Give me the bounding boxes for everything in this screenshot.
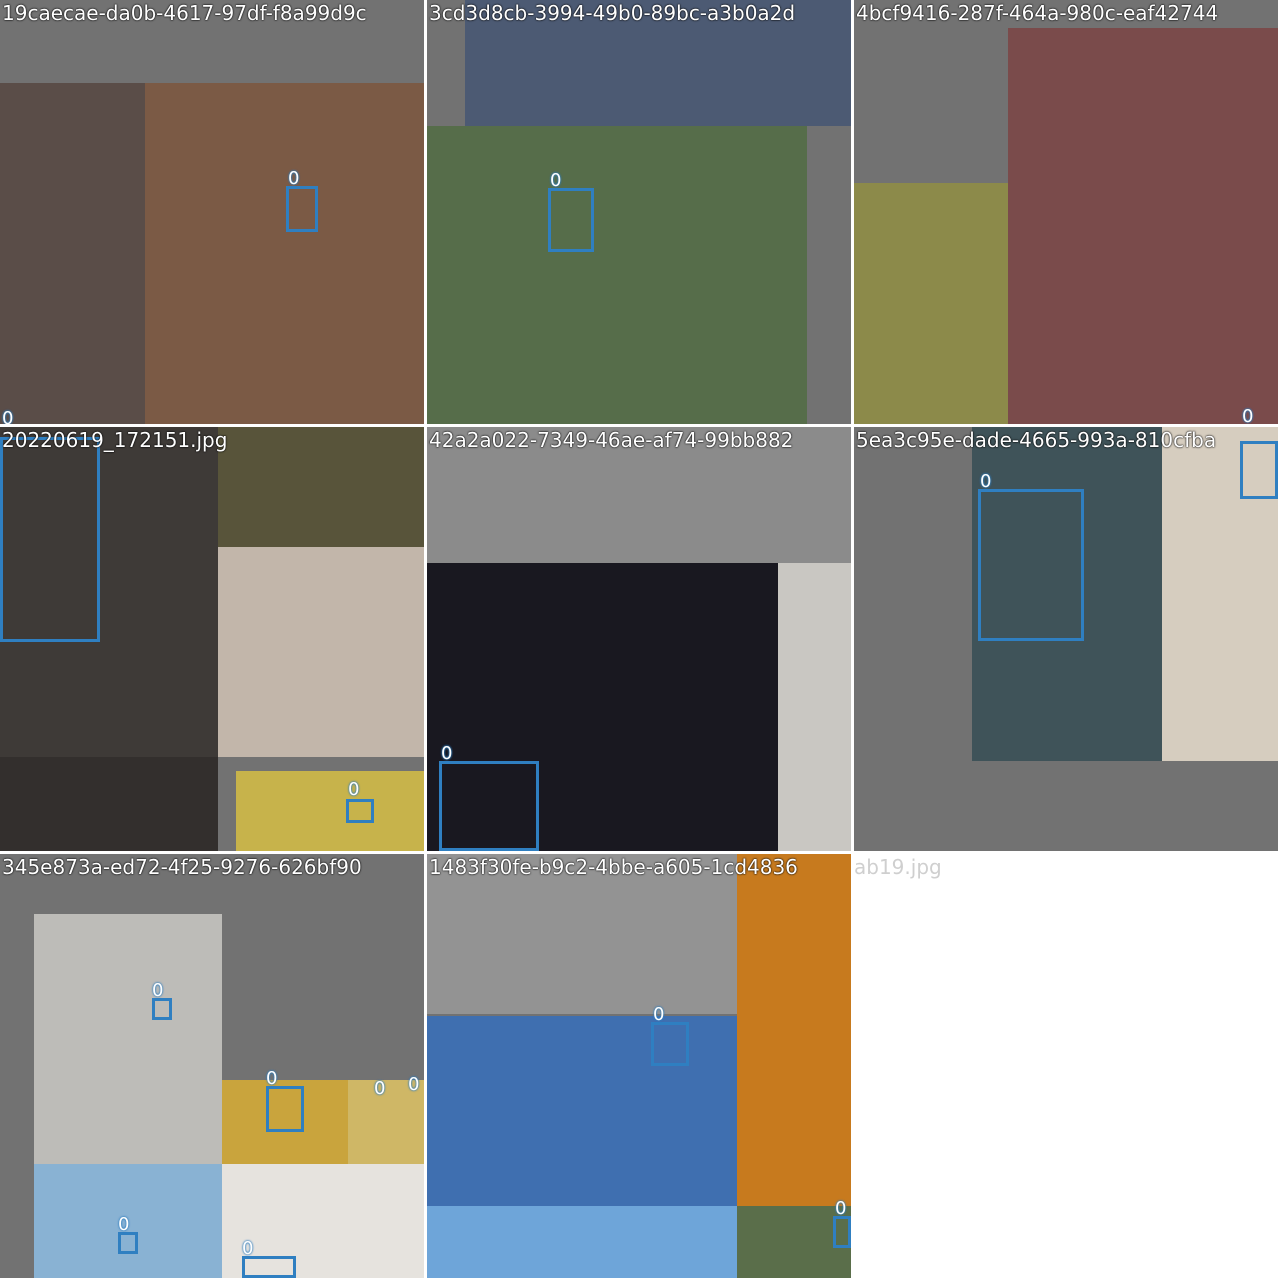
- mosaic-tile-4: 0 20220619_172151.jpg: [0, 427, 424, 851]
- grid-divider: [424, 0, 427, 1280]
- overflow-filename: ab19.jpg: [854, 855, 942, 879]
- photo-outdoor-couple: [427, 126, 807, 424]
- class-label: 0: [374, 1078, 386, 1099]
- tile-filename: 3cd3d8cb-3994-49b0-89bc-a3b0a2d: [429, 1, 796, 25]
- tile-filename: 4bcf9416-287f-464a-980c-eaf42744: [856, 1, 1219, 25]
- tile-filename: 20220619_172151.jpg: [2, 428, 228, 452]
- detection-box: [346, 799, 374, 823]
- mosaic-tile-5: 0 42a2a022-7349-46ae-af74-99bb882: [427, 427, 851, 851]
- photo-bag-night: [218, 427, 424, 547]
- tile-filename: 5ea3c95e-dade-4665-993a-810cfba: [856, 428, 1217, 452]
- mosaic-tile-7: 0 0 0 0 0 0 345e873a-ed72-4f25-9276-626b…: [0, 854, 424, 1278]
- detection-box: [118, 1232, 138, 1254]
- class-label: 0: [2, 408, 14, 425]
- grid-divider: [0, 424, 1280, 427]
- detection-box: [978, 489, 1084, 641]
- class-label: 0: [980, 471, 992, 492]
- tile-filename: 345e873a-ed72-4f25-9276-626bf90: [2, 855, 362, 879]
- class-label: 0: [1242, 406, 1254, 425]
- mosaic-tile-8: 0 0 1483f30fe-b9c2-4bbe-a605-1cd4836: [427, 854, 851, 1278]
- class-label: 0: [348, 779, 360, 800]
- class-label: 0: [118, 1214, 130, 1235]
- detection-box: [242, 1256, 296, 1278]
- class-label: 0: [152, 980, 164, 1001]
- tile-filename: 42a2a022-7349-46ae-af74-99bb882: [429, 428, 794, 452]
- photo-family-parking: [1008, 28, 1278, 424]
- photo-festival-man: [854, 183, 1008, 424]
- class-label: 0: [242, 1238, 254, 1259]
- detection-box: [439, 761, 539, 851]
- photo-parking-couple: [0, 83, 145, 424]
- class-label: 0: [288, 168, 300, 189]
- photo-white-dhoti: [34, 914, 222, 1164]
- tile-filename: 1483f30fe-b9c2-4bbe-a605-1cd4836: [429, 855, 798, 879]
- mosaic-tile-1: 0 0 19caecae-da0b-4617-97df-f8a99d9c: [0, 0, 424, 424]
- photo-floor-texture: [218, 547, 424, 757]
- detection-box: [286, 186, 318, 232]
- detection-box: [1240, 441, 1278, 499]
- mosaic-grid: 0 0 19caecae-da0b-4617-97df-f8a99d9c 0 3…: [0, 0, 1280, 1280]
- photo-blue-sky: [427, 1206, 737, 1278]
- class-label: 0: [408, 1074, 420, 1095]
- detection-box: [651, 1022, 689, 1066]
- photo-orange-sphere: [737, 854, 851, 1206]
- class-label: 0: [441, 743, 453, 764]
- detection-box: [266, 1086, 304, 1132]
- photo-festival-yellow: [236, 771, 424, 851]
- detection-box: [152, 998, 172, 1020]
- detection-box: [0, 437, 100, 642]
- grid-divider: [0, 851, 1280, 854]
- class-label: 0: [835, 1198, 847, 1219]
- mosaic-tile-3: 0 4bcf9416-287f-464a-980c-eaf42744: [854, 0, 1278, 424]
- photo-object-closeup: [0, 757, 218, 851]
- class-label: 0: [653, 1004, 665, 1025]
- tile-filename: 19caecae-da0b-4617-97df-f8a99d9c: [2, 1, 367, 25]
- photo-restaurant-group: [145, 83, 424, 424]
- class-label: 0: [550, 170, 562, 191]
- detection-box: [548, 188, 594, 252]
- grid-divider: [851, 0, 854, 1280]
- detection-box: [833, 1216, 851, 1248]
- photo-family-stage: [427, 1016, 737, 1206]
- mosaic-tile-2: 0 3cd3d8cb-3994-49b0-89bc-a3b0a2d: [427, 0, 851, 424]
- mosaic-tile-6: 0 5ea3c95e-dade-4665-993a-810cfba: [854, 427, 1278, 851]
- class-label: 0: [266, 1068, 278, 1089]
- photo-mall-interior: [778, 563, 851, 851]
